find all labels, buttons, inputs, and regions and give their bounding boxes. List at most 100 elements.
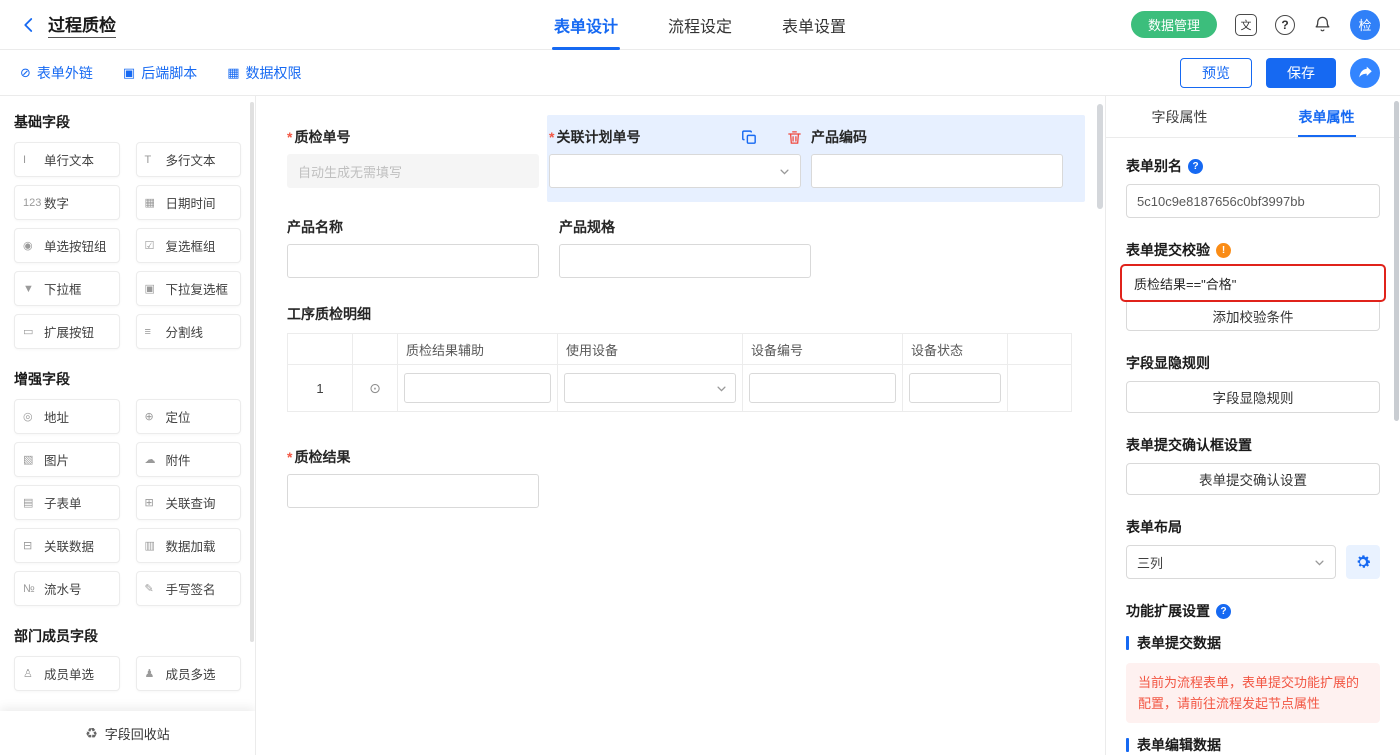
- field-type-serial-number[interactable]: №流水号: [14, 571, 120, 606]
- delete-field-icon[interactable]: [786, 129, 803, 146]
- field-type-related-query[interactable]: ⊞关联查询: [136, 485, 242, 520]
- field-type-address[interactable]: ◎地址: [14, 399, 120, 434]
- product-spec-label: 产品规格: [559, 216, 831, 238]
- tab-form-setting[interactable]: 表单设置: [780, 0, 848, 50]
- qc-number-input[interactable]: 自动生成无需填写: [287, 154, 539, 188]
- edit-data-heading: 表单编辑数据: [1126, 735, 1380, 755]
- row-handle-icon[interactable]: ⊙: [369, 380, 381, 396]
- properties-panel: 字段属性 表单属性 表单别名 ? 5c10c9e8187656c0bf3997b…: [1105, 96, 1400, 755]
- bell-icon[interactable]: [1313, 15, 1332, 34]
- avatar[interactable]: 检: [1350, 10, 1380, 40]
- backend-script-link[interactable]: ▣ 后端脚本: [123, 63, 197, 83]
- warning-icon[interactable]: !: [1216, 243, 1231, 258]
- header-tabs: 表单设计 流程设定 表单设置: [552, 0, 848, 50]
- question-icon[interactable]: ?: [1216, 604, 1231, 619]
- field-type-data-load[interactable]: ▥数据加载: [136, 528, 242, 563]
- data-load-icon: ▥: [145, 539, 166, 552]
- form-external-link[interactable]: ⊘ 表单外链: [20, 63, 93, 83]
- divider-icon: ≡: [145, 326, 166, 338]
- field-type-multi-line-text[interactable]: T多行文本: [136, 142, 242, 177]
- form-row-3: *质检结果: [287, 446, 1073, 508]
- form-alias-input[interactable]: 5c10c9e8187656c0bf3997bb: [1126, 184, 1380, 218]
- product-name-input[interactable]: [287, 244, 539, 278]
- product-code-input[interactable]: [811, 154, 1063, 188]
- submit-validation-heading: 表单提交校验 !: [1126, 240, 1380, 260]
- back-icon[interactable]: [20, 16, 38, 34]
- product-spec-input[interactable]: [559, 244, 811, 278]
- layout-select[interactable]: 三列: [1126, 545, 1336, 579]
- preview-button[interactable]: 预览: [1180, 58, 1252, 88]
- tab-flow-setting[interactable]: 流程设定: [666, 0, 734, 50]
- field-type-dropdown[interactable]: ▼下拉框: [14, 271, 120, 306]
- address-icon: ◎: [23, 410, 44, 423]
- subform-title: 工序质检明细: [287, 304, 1073, 324]
- field-type-number[interactable]: 123数字: [14, 185, 120, 220]
- subform-col-handle: [353, 334, 398, 365]
- field-type-extend-button[interactable]: ▭扩展按钮: [14, 314, 120, 349]
- help-icon[interactable]: ?: [1275, 15, 1295, 35]
- field-product-code[interactable]: 产品编码: [811, 126, 1073, 188]
- plan-number-select[interactable]: [549, 154, 801, 188]
- field-product-name[interactable]: 产品名称: [287, 216, 559, 278]
- app-root: 过程质检 表单设计 流程设定 表单设置 数据管理 文 ? 检 ⊘ 表单外链 ▣ …: [0, 0, 1400, 755]
- subform-header-row: 质检结果辅助 使用设备 设备编号 设备状态: [288, 334, 1072, 365]
- field-type-divider[interactable]: ≡分割线: [136, 314, 242, 349]
- field-type-multi-dropdown[interactable]: ▣下拉复选框: [136, 271, 242, 306]
- panel-scrollbar[interactable]: [1394, 101, 1399, 421]
- save-button[interactable]: 保存: [1266, 58, 1336, 88]
- data-permission-link[interactable]: ▦ 数据权限: [227, 63, 301, 83]
- field-type-member-single[interactable]: ♙成员单选: [14, 656, 120, 691]
- qc-result-input[interactable]: [287, 474, 539, 508]
- form-alias-heading: 表单别名 ?: [1126, 156, 1380, 176]
- field-type-subform[interactable]: ▤子表单: [14, 485, 120, 520]
- link-icon: ⊘: [20, 65, 31, 81]
- extension-settings-heading: 功能扩展设置 ?: [1126, 601, 1380, 621]
- display-rules-button[interactable]: 字段显隐规则: [1126, 381, 1380, 413]
- field-type-attachment[interactable]: ☁附件: [136, 442, 242, 477]
- field-type-image[interactable]: ▧图片: [14, 442, 120, 477]
- field-type-signature[interactable]: ✎手写签名: [136, 571, 242, 606]
- field-type-radio-group[interactable]: ◉单选按钮组: [14, 228, 120, 263]
- field-qc-number[interactable]: *质检单号 自动生成无需填写: [287, 126, 549, 188]
- gear-icon: [1354, 553, 1372, 571]
- data-manage-button[interactable]: 数据管理: [1131, 11, 1217, 38]
- subform-icon: ▤: [23, 496, 44, 509]
- copy-field-icon[interactable]: [741, 129, 758, 146]
- subform-col-index: [288, 334, 353, 365]
- field-type-location[interactable]: ⊕定位: [136, 399, 242, 434]
- field-type-related-data[interactable]: ⊟关联数据: [14, 528, 120, 563]
- tab-form-properties[interactable]: 表单属性: [1253, 96, 1400, 137]
- equipment-status-input[interactable]: [909, 373, 1001, 403]
- field-type-member-multi[interactable]: ♟成员多选: [136, 656, 242, 691]
- form-canvas: *质检单号 自动生成无需填写 *关联计划单号: [256, 96, 1105, 755]
- field-product-spec[interactable]: 产品规格: [559, 216, 831, 278]
- field-recycle-bin[interactable]: ♻ 字段回收站: [0, 711, 255, 755]
- share-icon: [1358, 65, 1373, 80]
- add-validation-button[interactable]: 添加校验条件: [1126, 299, 1380, 331]
- sidebar-scrollbar[interactable]: [250, 102, 254, 642]
- tab-field-properties[interactable]: 字段属性: [1106, 96, 1253, 137]
- equipment-select[interactable]: [564, 373, 736, 403]
- validation-rule-box[interactable]: 质检结果=="合格": [1120, 264, 1386, 302]
- submit-confirm-button[interactable]: 表单提交确认设置: [1126, 463, 1380, 495]
- canvas-scrollbar[interactable]: [1097, 104, 1103, 209]
- field-qc-result[interactable]: *质检结果: [287, 446, 559, 508]
- checkbox-icon: ☑: [145, 239, 166, 252]
- product-name-label: 产品名称: [287, 216, 559, 238]
- layout-gear-button[interactable]: [1346, 545, 1380, 579]
- field-type-datetime[interactable]: ▦日期时间: [136, 185, 242, 220]
- equipment-no-input[interactable]: [749, 373, 896, 403]
- tab-form-design[interactable]: 表单设计: [552, 0, 620, 50]
- translate-icon[interactable]: 文: [1235, 14, 1257, 36]
- share-button[interactable]: [1350, 58, 1380, 88]
- qc-aux-input[interactable]: [404, 373, 551, 403]
- field-plan-number[interactable]: *关联计划单号: [549, 126, 811, 188]
- subform-col-qc-aux: 质检结果辅助: [398, 334, 558, 365]
- qc-result-label: *质检结果: [287, 446, 559, 468]
- row-number: 1: [288, 365, 353, 412]
- flow-form-notice: 当前为流程表单，表单提交功能扩展的配置，请前往流程发起节点属性: [1126, 663, 1380, 723]
- question-icon[interactable]: ?: [1188, 159, 1203, 174]
- field-type-checkbox-group[interactable]: ☑复选框组: [136, 228, 242, 263]
- field-type-single-line-text[interactable]: I单行文本: [14, 142, 120, 177]
- form-row-2: 产品名称 产品规格: [287, 216, 1073, 278]
